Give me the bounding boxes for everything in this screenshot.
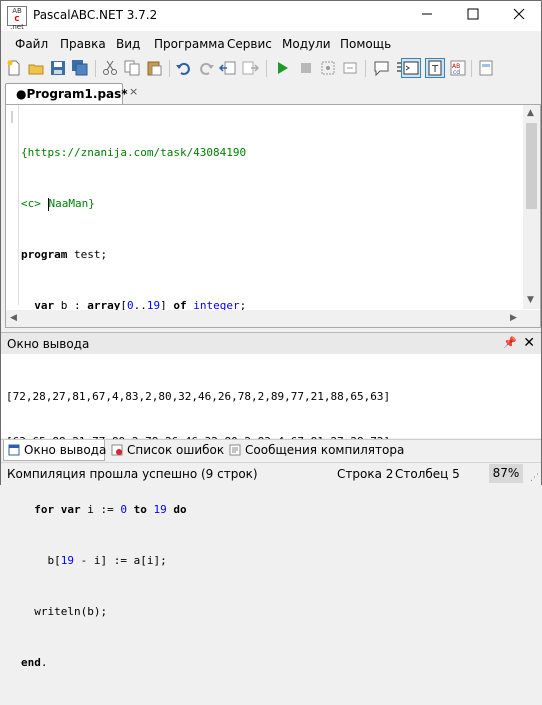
save-all-icon[interactable] — [71, 59, 89, 77]
tab-error-list[interactable]: Список ошибок — [107, 440, 224, 460]
output-window[interactable]: [72,28,27,81,67,4,83,2,80,32,46,26,78,2,… — [1, 354, 541, 448]
open-folder-icon[interactable] — [27, 59, 45, 77]
code-line: end. — [21, 656, 48, 669]
redo-icon[interactable] — [197, 59, 215, 77]
scroll-right-icon[interactable]: ▶ — [510, 313, 517, 323]
status-column-number: Столбец 5 — [395, 467, 460, 481]
menu-edit[interactable]: Правка — [60, 37, 106, 51]
minimize-icon — [421, 13, 432, 15]
output-line: [72,28,27,81,67,4,83,2,80,32,46,26,78,2,… — [6, 390, 391, 403]
output-close-icon[interactable]: ✕ — [523, 335, 535, 351]
cut-icon[interactable] — [101, 59, 119, 77]
close-icon — [513, 8, 524, 20]
svg-text:cd: cd — [453, 69, 460, 76]
console-icon[interactable] — [401, 58, 421, 78]
save-icon[interactable] — [49, 59, 67, 77]
debug-icon[interactable] — [319, 59, 337, 77]
menu-file[interactable]: Файл — [15, 37, 48, 51]
output-panel-title: Окно вывода — [7, 337, 90, 351]
output-panel-header: Окно вывода 📌 ✕ — [1, 332, 541, 355]
close-button[interactable] — [496, 1, 541, 31]
step-icon[interactable] — [341, 59, 359, 77]
editor-gutter — [6, 105, 19, 305]
menu-program[interactable]: Программа — [154, 37, 225, 51]
output-window-icon[interactable]: T — [425, 58, 445, 78]
menu-view[interactable]: Вид — [116, 37, 140, 51]
intellisense-icon[interactable]: ABcd — [449, 59, 467, 77]
editor-horizontal-scrollbar[interactable]: ◀ ▶ — [6, 310, 523, 327]
run-icon[interactable] — [273, 59, 291, 77]
code-line: writeln(b); — [21, 605, 108, 618]
code-line: {https://znanija.com/task/43084190 — [21, 146, 247, 159]
title-bar[interactable]: AB C .net PascalABC.NET 3.7.2 — [1, 1, 541, 31]
app-icon: AB C .net — [7, 6, 27, 31]
status-line-number: Строка 2 — [337, 467, 394, 481]
toolbar-separator — [365, 60, 366, 77]
scrollbar-thumb[interactable] — [526, 123, 537, 209]
minimize-button[interactable] — [404, 1, 449, 31]
editor-vertical-scrollbar[interactable]: ▲ ▼ — [523, 105, 540, 309]
compiler-messages-icon — [229, 444, 241, 456]
toolbar-separator — [95, 60, 96, 77]
menu-bar: Файл Правка Вид Программа Сервис Модули … — [1, 33, 541, 55]
status-message: Компиляция прошла успешно (9 строк) — [7, 467, 258, 481]
tab-compiler-messages[interactable]: Сообщения компилятора — [225, 440, 404, 460]
scroll-down-icon[interactable]: ▼ — [527, 295, 534, 305]
scroll-left-icon[interactable]: ◀ — [10, 313, 17, 323]
error-list-icon — [111, 444, 123, 456]
window-title: PascalABC.NET 3.7.2 — [33, 8, 158, 22]
new-file-icon[interactable] — [5, 59, 23, 77]
navigate-back-icon[interactable] — [219, 59, 237, 77]
editor-tab-strip: ●Program1.pas* — [1, 83, 541, 106]
paste-icon[interactable] — [145, 59, 163, 77]
stop-icon[interactable] — [297, 59, 315, 77]
scroll-up-icon[interactable]: ▲ — [527, 108, 534, 118]
comment-line: <c> NaaMan} — [21, 197, 95, 211]
code-line: for var i := 0 to 19 do — [34, 503, 187, 516]
fold-marker-icon[interactable] — [6, 107, 18, 127]
code-line: b[19 - i] := a[i]; — [21, 554, 167, 567]
toolbar: T AB cd — [1, 57, 541, 81]
form-designer-icon[interactable] — [477, 59, 495, 77]
resize-grip-icon[interactable]: ⋰ — [530, 473, 539, 483]
maximize-button[interactable] — [450, 1, 495, 31]
maximize-icon — [467, 8, 478, 20]
zoom-level[interactable]: 87% — [489, 464, 523, 483]
status-bar: Компиляция прошла успешно (9 строк) Стро… — [1, 462, 541, 485]
menu-help[interactable]: Помощь — [340, 37, 391, 51]
menu-service[interactable]: Сервис — [227, 37, 272, 51]
code-line: program test; — [21, 248, 108, 261]
svg-text:T: T — [431, 64, 439, 75]
code-line: <c> NaaMan} — [21, 195, 286, 212]
comment-icon[interactable] — [373, 59, 391, 77]
output-window-icon — [8, 444, 20, 456]
tab-close-icon[interactable]: × — [129, 85, 138, 98]
navigate-forward-icon[interactable] — [241, 59, 259, 77]
main-window: AB C .net PascalABC.NET 3.7.2 Файл Правка … — [0, 0, 542, 669]
toolbar-separator — [169, 60, 170, 77]
bottom-tab-strip: Окно вывода Список ошибок Сообщения комп… — [1, 439, 541, 462]
toolbar-separator — [471, 60, 472, 77]
copy-icon[interactable] — [123, 59, 141, 77]
tab-label: ●Program1.pas* — [16, 87, 128, 101]
tab-output-window[interactable]: Окно вывода — [3, 440, 106, 461]
toolbar-separator — [266, 60, 267, 77]
pin-icon[interactable]: 📌 — [503, 336, 517, 349]
tab-program1[interactable]: ●Program1.pas* — [5, 83, 128, 106]
scrollbar-corner — [523, 310, 540, 327]
code-editor[interactable]: {https://znanija.com/task/43084190 <c> N… — [5, 104, 541, 669]
menu-modules[interactable]: Модули — [282, 37, 331, 51]
undo-icon[interactable] — [175, 59, 193, 77]
